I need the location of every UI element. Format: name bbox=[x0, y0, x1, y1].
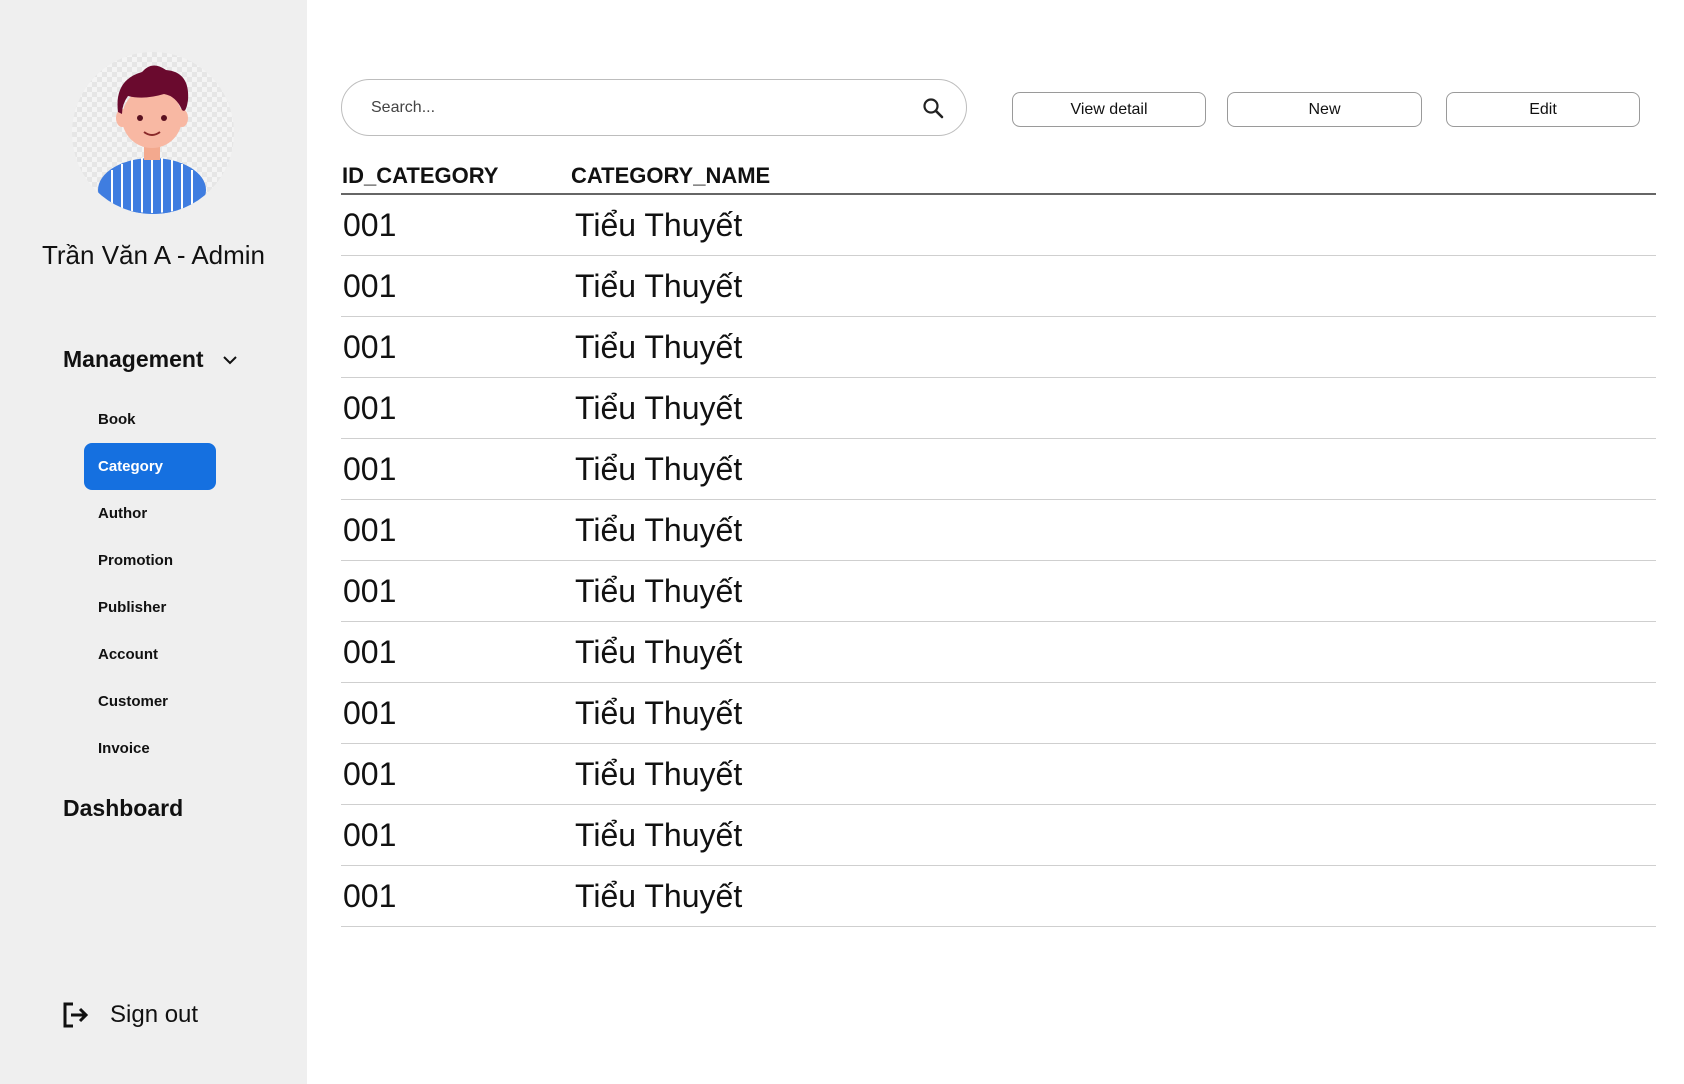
table-row[interactable]: 001 Tiểu Thuyết bbox=[341, 805, 1656, 866]
sidebar-item-label: Customer bbox=[98, 693, 169, 710]
table-row[interactable]: 001 Tiểu Thuyết bbox=[341, 683, 1656, 744]
cell-id-category: 001 bbox=[343, 695, 397, 731]
cell-id-category: 001 bbox=[343, 207, 397, 243]
app-window: Trần Văn A - Admin Management Book Categ… bbox=[0, 0, 1684, 1084]
column-header-id[interactable]: ID_CATEGORY bbox=[342, 163, 498, 189]
cell-category-name: Tiểu Thuyết bbox=[575, 207, 743, 243]
table-row[interactable]: 001 Tiểu Thuyết bbox=[341, 866, 1656, 927]
cell-id-category: 001 bbox=[343, 756, 397, 792]
chevron-down-icon bbox=[222, 355, 237, 364]
table-row[interactable]: 001 Tiểu Thuyết bbox=[341, 622, 1656, 683]
cell-category-name: Tiểu Thuyết bbox=[575, 451, 743, 487]
cell-category-name: Tiểu Thuyết bbox=[575, 817, 743, 853]
cell-category-name: Tiểu Thuyết bbox=[575, 695, 743, 731]
view-detail-button[interactable]: View detail bbox=[1012, 92, 1206, 127]
sidebar: Trần Văn A - Admin Management Book Categ… bbox=[0, 0, 307, 1084]
sidebar-item-author[interactable]: Author bbox=[84, 490, 216, 537]
cell-id-category: 001 bbox=[343, 268, 397, 304]
sidebar-item-category[interactable]: Category bbox=[84, 443, 216, 490]
cell-id-category: 001 bbox=[343, 573, 397, 609]
new-button[interactable]: New bbox=[1227, 92, 1422, 127]
sidebar-item-customer[interactable]: Customer bbox=[84, 678, 216, 725]
sidebar-item-label: Invoice bbox=[98, 740, 150, 757]
cell-id-category: 001 bbox=[343, 329, 397, 365]
table-row[interactable]: 001 Tiểu Thuyết bbox=[341, 256, 1656, 317]
sidebar-item-label: Category bbox=[98, 458, 164, 475]
cell-category-name: Tiểu Thuyết bbox=[575, 573, 743, 609]
table-row[interactable]: 001 Tiểu Thuyết bbox=[341, 561, 1656, 622]
cell-category-name: Tiểu Thuyết bbox=[575, 512, 743, 548]
sign-out-label: Sign out bbox=[110, 1001, 199, 1028]
search-bar bbox=[341, 79, 967, 136]
sidebar-item-label: Publisher bbox=[98, 599, 167, 616]
sidebar-item-publisher[interactable]: Publisher bbox=[84, 584, 216, 631]
table-row[interactable]: 001 Tiểu Thuyết bbox=[341, 500, 1656, 561]
table-row[interactable]: 001 Tiểu Thuyết bbox=[341, 439, 1656, 500]
cell-id-category: 001 bbox=[343, 817, 397, 853]
cell-id-category: 001 bbox=[343, 451, 397, 487]
cell-id-category: 001 bbox=[343, 634, 397, 670]
sidebar-item-invoice[interactable]: Invoice bbox=[84, 725, 216, 772]
sign-out-button[interactable]: Sign out bbox=[60, 1000, 198, 1030]
sidebar-item-label: Account bbox=[98, 646, 158, 663]
sidebar-item-book[interactable]: Book bbox=[84, 396, 216, 443]
table-row[interactable]: 001 Tiểu Thuyết bbox=[341, 195, 1656, 256]
user-name: Trần Văn A - Admin bbox=[41, 240, 266, 270]
search-icon[interactable] bbox=[922, 97, 944, 119]
table-header: ID_CATEGORY CATEGORY_NAME bbox=[341, 160, 1656, 195]
cell-id-category: 001 bbox=[343, 878, 397, 914]
cell-id-category: 001 bbox=[343, 390, 397, 426]
sidebar-item-label: Promotion bbox=[98, 552, 173, 569]
sign-out-icon bbox=[63, 1002, 89, 1028]
sidebar-item-label: Author bbox=[98, 505, 148, 522]
table-row[interactable]: 001 Tiểu Thuyết bbox=[341, 378, 1656, 439]
edit-button[interactable]: Edit bbox=[1446, 92, 1640, 127]
cell-id-category: 001 bbox=[343, 512, 397, 548]
cell-category-name: Tiểu Thuyết bbox=[575, 634, 743, 670]
avatar bbox=[72, 52, 234, 214]
cell-category-name: Tiểu Thuyết bbox=[575, 390, 743, 426]
column-header-name[interactable]: CATEGORY_NAME bbox=[571, 163, 770, 189]
sidebar-item-dashboard[interactable]: Dashboard bbox=[63, 795, 183, 822]
table-row[interactable]: 001 Tiểu Thuyết bbox=[341, 317, 1656, 378]
cell-category-name: Tiểu Thuyết bbox=[575, 268, 743, 304]
cell-category-name: Tiểu Thuyết bbox=[575, 878, 743, 914]
management-section-toggle[interactable]: Management bbox=[63, 346, 240, 373]
category-table: ID_CATEGORY CATEGORY_NAME 001 Tiểu Thuyết… bbox=[341, 160, 1656, 927]
cell-category-name: Tiểu Thuyết bbox=[575, 329, 743, 365]
table-row[interactable]: 001 Tiểu Thuyết bbox=[341, 744, 1656, 805]
cell-category-name: Tiểu Thuyết bbox=[575, 756, 743, 792]
sidebar-item-account[interactable]: Account bbox=[84, 631, 216, 678]
sidebar-item-label: Book bbox=[98, 411, 136, 428]
dashboard-label: Dashboard bbox=[63, 795, 184, 821]
sidebar-item-promotion[interactable]: Promotion bbox=[84, 537, 216, 584]
management-label: Management bbox=[63, 346, 204, 372]
search-input[interactable] bbox=[371, 98, 922, 117]
